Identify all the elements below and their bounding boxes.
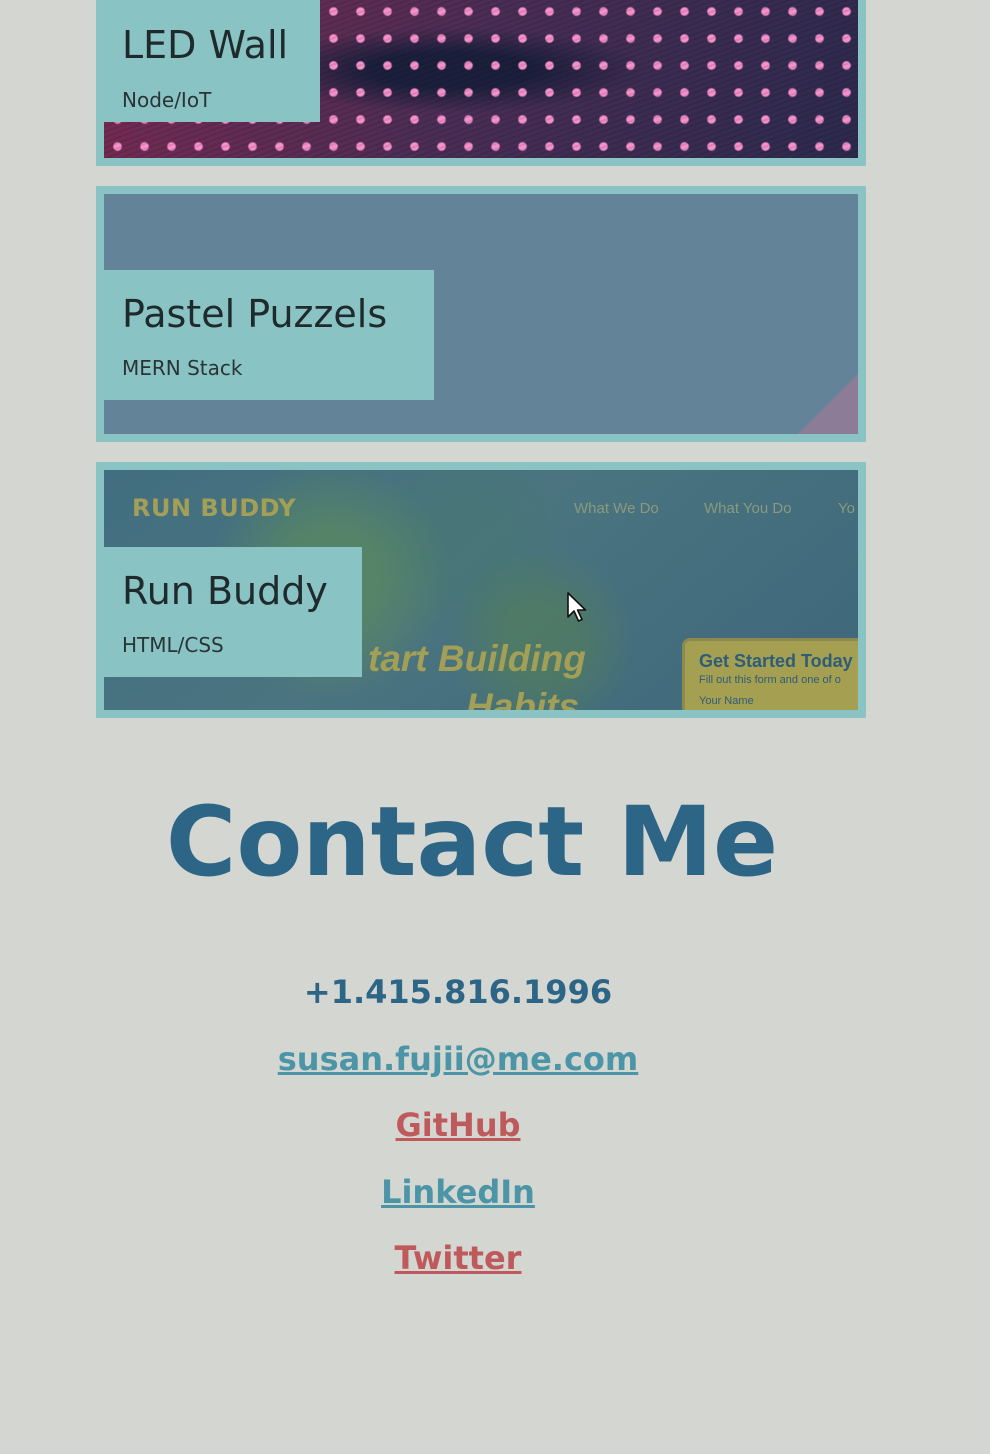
project-label: Pastel Puzzels MERN Stack — [104, 270, 434, 400]
run-buddy-preview-hero: Habits — [466, 686, 580, 718]
project-title: LED Wall — [122, 23, 289, 67]
contact-list: +1.415.816.1996 susan.fujii@me.com GitHu… — [0, 968, 916, 1301]
twitter-link[interactable]: Twitter — [0, 1234, 916, 1301]
project-title: Pastel Puzzels — [122, 292, 388, 336]
run-buddy-preview-nav-item: What We Do — [574, 500, 659, 517]
github-link[interactable]: GitHub — [0, 1101, 916, 1168]
project-tech: Node/IoT — [122, 88, 212, 112]
project-tech: MERN Stack — [122, 356, 243, 380]
project-tech: HTML/CSS — [122, 633, 224, 657]
project-label: Run Buddy HTML/CSS — [104, 547, 362, 677]
project-card-pastel-puzzels[interactable]: Pastel Puzzels MERN Stack — [96, 186, 866, 442]
run-buddy-preview-form-field: Your Name — [699, 695, 754, 707]
project-card-led-wall[interactable]: LED Wall Node/IoT — [96, 0, 866, 166]
contact-heading: Contact Me — [165, 786, 779, 898]
project-label: LED Wall Node/IoT — [104, 0, 320, 122]
run-buddy-preview-form-subtitle: Fill out this form and one of o — [699, 674, 841, 686]
linkedin-link[interactable]: LinkedIn — [0, 1168, 916, 1235]
run-buddy-preview-nav-item: What You Do — [704, 500, 792, 517]
run-buddy-preview-form-title: Get Started Today — [699, 651, 853, 671]
project-card-run-buddy[interactable]: RUN BUDDY What We Do What You Do Yo tart… — [96, 462, 866, 718]
run-buddy-preview-brand: RUN BUDDY — [132, 494, 297, 522]
run-buddy-preview-nav-item: Yo — [838, 500, 855, 517]
run-buddy-preview-form: Get Started Today Fill out this form and… — [682, 638, 858, 710]
run-buddy-preview-hero: tart Building — [368, 638, 586, 679]
email-link[interactable]: susan.fujii@me.com — [0, 1035, 916, 1102]
phone-number: +1.415.816.1996 — [303, 973, 613, 1011]
mouse-pointer-icon — [567, 592, 587, 622]
project-title: Run Buddy — [122, 569, 328, 613]
